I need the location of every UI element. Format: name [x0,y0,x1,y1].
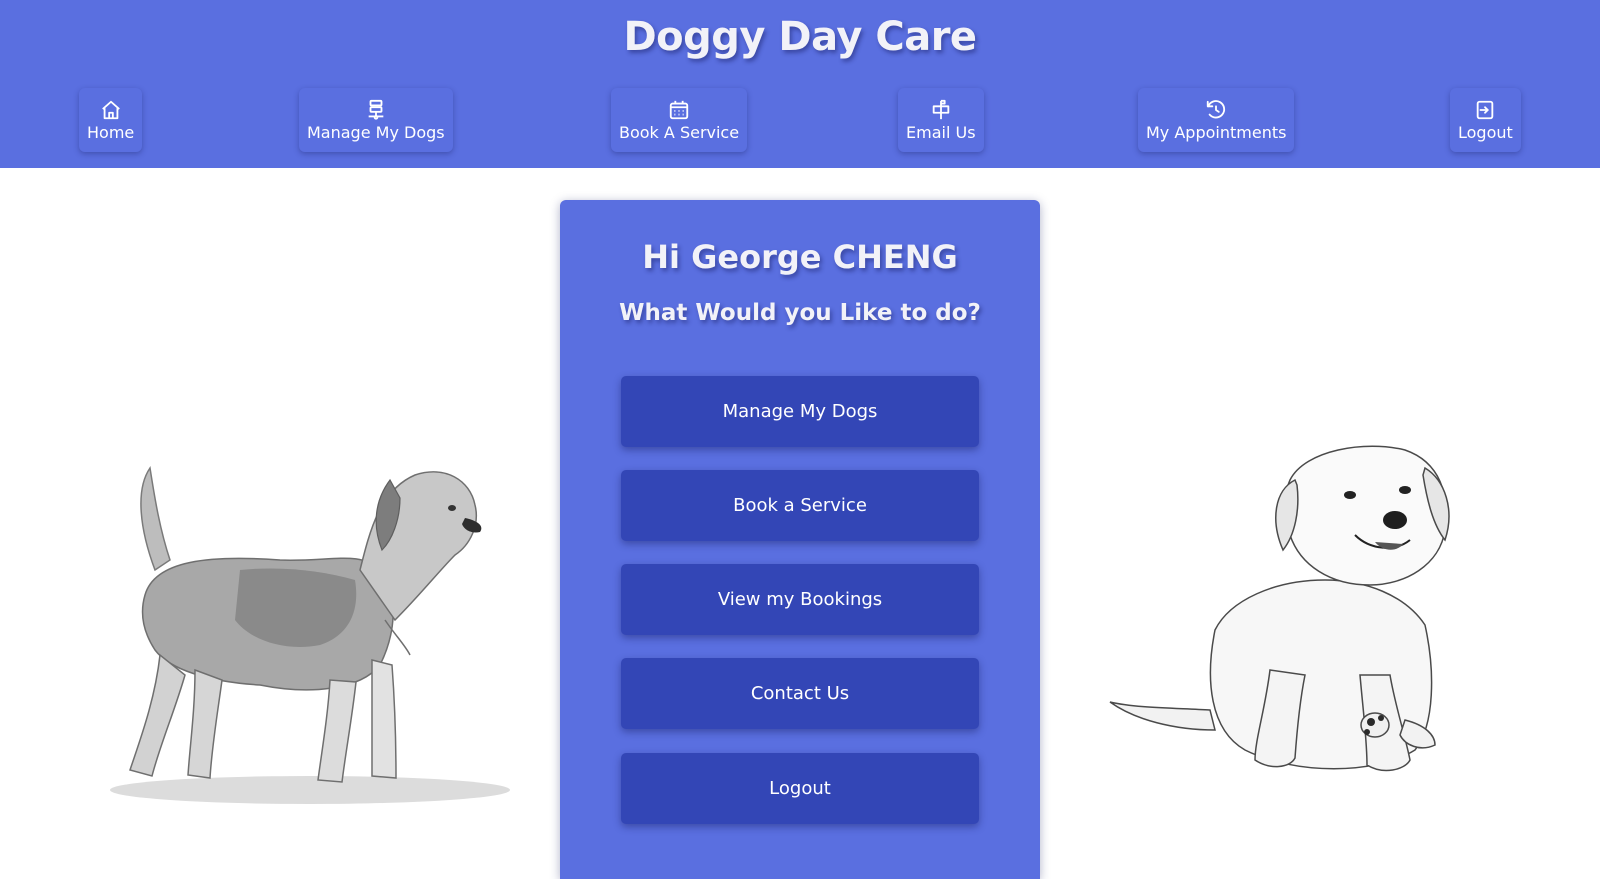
beagle-illustration [110,466,510,804]
nav-logout-button[interactable]: Logout [1450,88,1521,152]
site-header: Doggy Day Care Home Manage My Dogs Book … [0,0,1600,168]
nav-book-service-label: Book A Service [619,122,740,142]
nav-email-us-button[interactable]: Email Us [898,88,984,152]
user-greeting: Hi George CHENG [642,238,958,276]
site-title: Doggy Day Care [623,14,977,60]
history-icon [1207,99,1226,118]
nav-my-appointments-label: My Appointments [1146,122,1287,142]
dashboard-card: Hi George CHENG What Would you Like to d… [560,200,1040,879]
logout-label: Logout [769,778,831,799]
nav-home-label: Home [87,122,135,142]
book-a-service-button[interactable]: Book a Service [621,470,979,541]
calendar-icon [669,100,689,119]
dogs-icon [368,99,384,120]
manage-my-dogs-label: Manage My Dogs [722,401,878,422]
logout-icon [1477,100,1494,119]
nav-manage-dogs-button[interactable]: Manage My Dogs [299,88,453,152]
contact-us-button[interactable]: Contact Us [621,658,979,729]
puppy-illustration [1109,445,1450,772]
mailbox-icon [932,99,950,119]
nav-my-appointments-button[interactable]: My Appointments [1138,88,1295,152]
view-my-bookings-button[interactable]: View my Bookings [621,564,979,635]
view-my-bookings-label: View my Bookings [717,589,883,610]
nav-email-us-label: Email Us [906,122,976,142]
manage-my-dogs-button[interactable]: Manage My Dogs [621,376,979,447]
nav-manage-dogs-label: Manage My Dogs [307,122,445,142]
nav-book-service-button[interactable]: Book A Service [611,88,748,152]
home-icon [101,100,120,119]
book-a-service-label: Book a Service [733,495,867,516]
action-prompt: What Would you Like to do? [619,300,981,326]
logout-button[interactable]: Logout [621,753,979,824]
nav-home-button[interactable]: Home [79,88,143,152]
contact-us-label: Contact Us [750,683,850,704]
nav-logout-label: Logout [1458,122,1513,142]
